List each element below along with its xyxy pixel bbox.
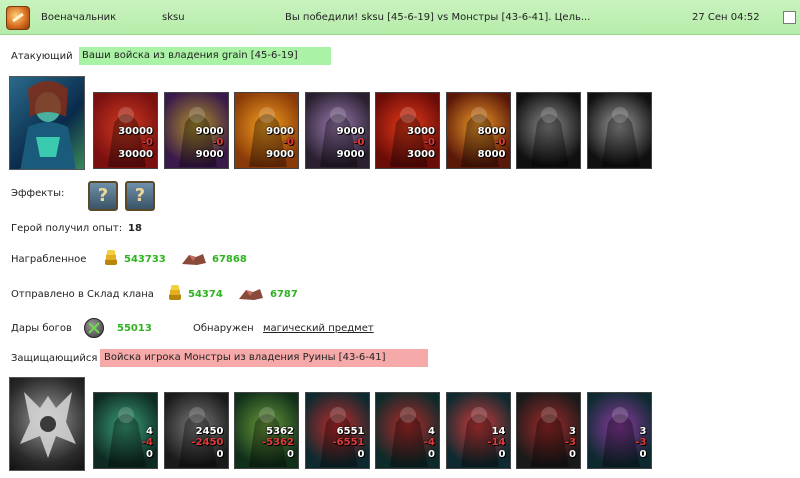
unit-loss: -5362 bbox=[262, 437, 294, 448]
attacker-unit-card[interactable]: 9000 -0 9000 bbox=[304, 92, 370, 169]
hero-exp-label: Герой получил опыт: bbox=[11, 223, 123, 234]
unit-count: 3 bbox=[569, 426, 576, 437]
message-header: Военачальник sksu Вы победили! sksu [45-… bbox=[0, 0, 800, 35]
unit-count: 2450 bbox=[195, 426, 224, 437]
unit-loss: -0 bbox=[212, 137, 224, 148]
unit-left: 0 bbox=[569, 449, 576, 460]
unit-loss: -3 bbox=[635, 437, 647, 448]
ore-icon bbox=[239, 289, 263, 300]
hero-exp-value: 18 bbox=[128, 223, 142, 234]
attacker-unit-card[interactable] bbox=[586, 92, 652, 169]
unit-loss: -4 bbox=[141, 437, 153, 448]
loot-ore-value: 67868 bbox=[212, 254, 247, 265]
unknown-effect-icon[interactable]: ? bbox=[88, 181, 118, 211]
unit-count: 14 bbox=[491, 426, 506, 437]
defender-unit-card[interactable]: 6551 -6551 0 bbox=[304, 392, 370, 469]
unit-count: 8000 bbox=[477, 126, 506, 137]
unit-left: 8000 bbox=[477, 149, 506, 160]
defender-unit-card[interactable]: 3 -3 0 bbox=[516, 392, 581, 469]
unit-left: 9000 bbox=[266, 149, 294, 160]
defender-troops-text: Войска игрока Монстры из владения Руины … bbox=[100, 349, 428, 367]
unit-loss: -0 bbox=[282, 137, 294, 148]
unit-loss: -14 bbox=[487, 437, 506, 448]
unit-left: 9000 bbox=[336, 149, 365, 160]
unit-left: 0 bbox=[357, 449, 365, 460]
unit-count: 3000 bbox=[407, 126, 435, 137]
unknown-effect-icon[interactable]: ? bbox=[125, 181, 155, 211]
unit-left: 0 bbox=[216, 449, 224, 460]
defender-emblem-portrait bbox=[9, 377, 85, 471]
unit-left: 0 bbox=[498, 449, 506, 460]
loot-label: Награбленное bbox=[11, 254, 87, 265]
message-date: 27 Сен 04:52 bbox=[692, 12, 760, 23]
unit-left: 0 bbox=[287, 449, 294, 460]
defender-unit-card[interactable]: 14 -14 0 bbox=[445, 392, 511, 469]
unit-loss: -2450 bbox=[191, 437, 224, 448]
unit-count: 9000 bbox=[336, 126, 365, 137]
gifts-label: Дары богов bbox=[11, 323, 72, 334]
loot-gold-value: 543733 bbox=[124, 254, 166, 265]
sender-name: Военачальник bbox=[41, 12, 117, 23]
unit-left: 0 bbox=[146, 449, 153, 460]
message-subject[interactable]: Вы победили! sksu [45-6-19] vs Монстры [… bbox=[285, 12, 590, 23]
unit-count: 4 bbox=[146, 426, 153, 437]
gold-icon bbox=[105, 250, 117, 265]
attacker-label: Атакующий bbox=[11, 51, 73, 62]
unit-count: 9000 bbox=[195, 126, 224, 137]
effects-label: Эффекты: bbox=[11, 188, 65, 199]
gods-gift-icon bbox=[84, 318, 104, 338]
unit-loss: -0 bbox=[353, 137, 365, 148]
select-message-checkbox[interactable] bbox=[783, 11, 796, 24]
attacker-troops-text: Ваши войска из владения grain [45-6-19] bbox=[79, 47, 331, 65]
gold-icon bbox=[169, 285, 181, 300]
dark-knight-unit-icon bbox=[531, 107, 569, 167]
unit-loss: -0 bbox=[494, 137, 506, 148]
unit-left: 30000 bbox=[118, 149, 153, 160]
unit-count: 30000 bbox=[118, 126, 153, 137]
battle-report-icon bbox=[6, 6, 30, 30]
defender-unit-card[interactable]: 3 -3 0 bbox=[586, 392, 652, 469]
unit-loss: -4 bbox=[423, 437, 435, 448]
unit-loss: -0 bbox=[423, 137, 435, 148]
hero-portrait-icon bbox=[20, 81, 76, 169]
recipient-name: sksu bbox=[162, 12, 185, 23]
clan-ore-value: 6787 bbox=[270, 289, 298, 300]
defender-unit-card[interactable]: 2450 -2450 0 bbox=[163, 392, 229, 469]
unit-count: 3 bbox=[639, 426, 647, 437]
attacker-unit-card[interactable]: 9000 -0 9000 bbox=[234, 92, 299, 169]
defender-label: Защищающийся bbox=[11, 353, 98, 364]
monster-emblem-icon bbox=[20, 392, 76, 458]
attacker-unit-card[interactable]: 30000 -0 30000 bbox=[93, 92, 158, 169]
unit-count: 6551 bbox=[336, 426, 365, 437]
gifts-value: 55013 bbox=[117, 323, 152, 334]
unit-loss: -0 bbox=[141, 137, 153, 148]
unit-count: 4 bbox=[428, 426, 435, 437]
unit-count: 5362 bbox=[266, 426, 294, 437]
attacker-hero-portrait bbox=[9, 76, 85, 170]
attacker-unit-card[interactable]: 3000 -0 3000 bbox=[375, 92, 440, 169]
attacker-unit-card[interactable]: 9000 -0 9000 bbox=[163, 92, 229, 169]
unit-left: 9000 bbox=[195, 149, 224, 160]
defender-unit-card[interactable]: 4 -4 0 bbox=[375, 392, 440, 469]
magic-item-link[interactable]: магический предмет bbox=[263, 323, 374, 334]
attacker-unit-card[interactable] bbox=[516, 92, 581, 169]
defender-unit-card[interactable]: 5362 -5362 0 bbox=[234, 392, 299, 469]
clan-gold-value: 54374 bbox=[188, 289, 223, 300]
unit-loss: -3 bbox=[564, 437, 576, 448]
unit-left: 0 bbox=[639, 449, 647, 460]
clan-label: Отправлено в Склад клана bbox=[11, 289, 154, 300]
unit-count: 9000 bbox=[266, 126, 294, 137]
ore-icon bbox=[182, 254, 206, 265]
found-label: Обнаружен bbox=[193, 323, 254, 334]
attacker-unit-card[interactable]: 8000 -0 8000 bbox=[445, 92, 511, 169]
unit-left: 0 bbox=[428, 449, 435, 460]
unit-left: 3000 bbox=[407, 149, 435, 160]
defender-unit-card[interactable]: 4 -4 0 bbox=[93, 392, 158, 469]
reaper-unit-icon bbox=[601, 107, 640, 167]
unit-loss: -6551 bbox=[332, 437, 365, 448]
